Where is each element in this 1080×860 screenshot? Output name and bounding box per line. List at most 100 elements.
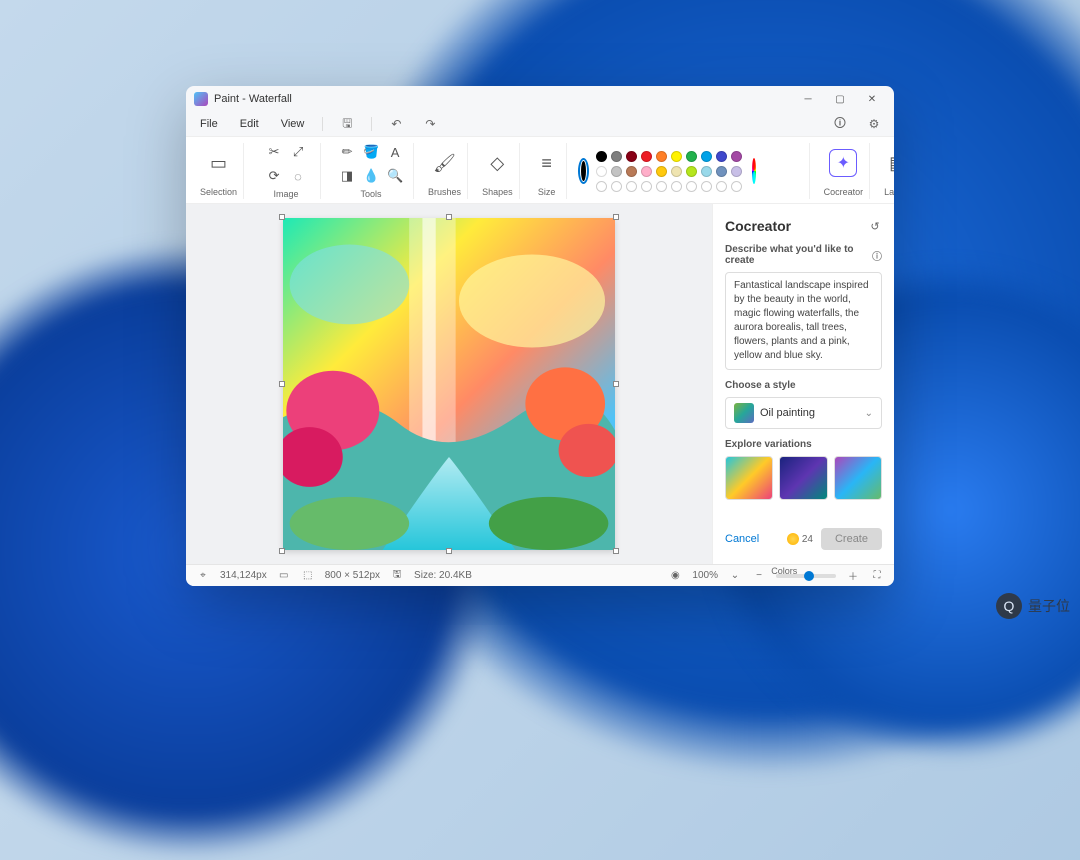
zoom-icon[interactable]: 🔍 [386, 167, 404, 185]
resize-icon[interactable]: ⤢ [289, 143, 307, 161]
cancel-button[interactable]: Cancel [725, 533, 759, 545]
cocreator-icon[interactable]: ✦ [829, 149, 857, 177]
size-icon[interactable]: ≡ [534, 150, 560, 176]
history-icon[interactable]: ↺ [868, 219, 882, 233]
color-swatch[interactable] [701, 166, 712, 177]
brush-icon[interactable]: 🖌 [432, 150, 458, 176]
canvas-area[interactable] [186, 204, 712, 564]
layers-icon[interactable]: ▤ [885, 150, 894, 176]
variation-thumb[interactable] [779, 456, 827, 500]
zoom-slider[interactable] [776, 574, 836, 578]
titlebar[interactable]: Paint - Waterfall ─ ▢ ✕ [186, 86, 894, 112]
pencil-icon[interactable]: ✏ [338, 143, 356, 161]
size-label: Size [538, 187, 556, 197]
help-icon[interactable]: 🛈 [830, 114, 850, 134]
canvas-image [283, 218, 615, 550]
color-swatch[interactable] [626, 151, 637, 162]
resize-handle[interactable] [613, 214, 619, 220]
color-swatch-empty[interactable] [701, 181, 712, 192]
paint-window: Paint - Waterfall ─ ▢ ✕ File Edit View 🖫… [186, 86, 894, 586]
resize-handle[interactable] [613, 381, 619, 387]
cocreator-panel: Cocreator ↺ Describe what you'd like to … [712, 204, 894, 564]
crop-icon[interactable]: ✂ [265, 143, 283, 161]
shapes-icon[interactable]: ◇ [484, 150, 510, 176]
style-select[interactable]: Oil painting ⌄ [725, 397, 882, 429]
menubar: File Edit View 🖫 ↶ ↷ 🛈 ⚙ [186, 112, 894, 136]
color-swatch-empty[interactable] [671, 181, 682, 192]
color-swatch[interactable] [701, 151, 712, 162]
zoom-in-icon[interactable]: ＋ [846, 569, 860, 583]
canvas-size-icon: ⬚ [301, 569, 315, 583]
color-swatch-empty[interactable] [611, 181, 622, 192]
text-icon[interactable]: A [386, 143, 404, 161]
cocreator-label: Cocreator [824, 187, 864, 197]
color-swatch[interactable] [611, 151, 622, 162]
resize-handle[interactable] [446, 548, 452, 554]
variations [725, 456, 882, 500]
resize-handle[interactable] [279, 214, 285, 220]
color-swatch[interactable] [686, 151, 697, 162]
color-swatch-empty[interactable] [656, 181, 667, 192]
canvas-dims: 800 × 512px [325, 570, 380, 581]
close-button[interactable]: ✕ [856, 86, 888, 112]
color-swatch[interactable] [596, 166, 607, 177]
color-swatch[interactable] [611, 166, 622, 177]
resize-handle[interactable] [446, 214, 452, 220]
color-swatch[interactable] [671, 166, 682, 177]
save-icon[interactable]: 🖫 [337, 114, 357, 134]
color-swatch[interactable] [731, 166, 742, 177]
describe-label: Describe what you'd like to create ⓘ [725, 244, 882, 266]
color-swatch-empty[interactable] [641, 181, 652, 192]
color-swatch-empty[interactable] [731, 181, 742, 192]
fill-icon[interactable]: 🪣 [362, 143, 380, 161]
eraser-icon[interactable]: ◨ [338, 167, 356, 185]
variation-thumb[interactable] [725, 456, 773, 500]
info-icon[interactable]: ⓘ [872, 248, 882, 263]
picker-icon[interactable]: 💧 [362, 167, 380, 185]
zoom-out-icon[interactable]: − [752, 569, 766, 583]
settings-icon[interactable]: ⚙ [864, 114, 884, 134]
color-swatch[interactable] [641, 151, 652, 162]
group-tools: ✏ 🪣 A ◨ 💧 🔍 Tools [329, 143, 414, 199]
group-size: ≡ Size [528, 143, 567, 199]
color-swatch[interactable] [656, 151, 667, 162]
color-swatch[interactable] [731, 151, 742, 162]
color-swatch-empty[interactable] [686, 181, 697, 192]
redo-icon[interactable]: ↷ [420, 114, 440, 134]
edit-colors-icon[interactable] [752, 158, 756, 184]
color-swatch[interactable] [671, 151, 682, 162]
variation-thumb[interactable] [834, 456, 882, 500]
canvas[interactable] [283, 218, 615, 550]
color-swatch-empty[interactable] [596, 181, 607, 192]
color-swatch[interactable] [656, 166, 667, 177]
color-swatch[interactable] [596, 151, 607, 162]
color-swatch[interactable] [626, 166, 637, 177]
minimize-button[interactable]: ─ [792, 86, 824, 112]
color-swatch[interactable] [641, 166, 652, 177]
menu-view[interactable]: View [277, 116, 309, 132]
fit-icon[interactable]: ⛶ [870, 569, 884, 583]
menu-edit[interactable]: Edit [236, 116, 263, 132]
color-swatch-empty[interactable] [716, 181, 727, 192]
color-swatch[interactable] [716, 166, 727, 177]
rotate-icon[interactable]: ⟳ [265, 167, 283, 185]
menu-file[interactable]: File [196, 116, 222, 132]
resize-handle[interactable] [279, 381, 285, 387]
color-swatch-empty[interactable] [626, 181, 637, 192]
color-primary[interactable] [581, 161, 586, 181]
color-swatch[interactable] [716, 151, 727, 162]
zoom-dropdown-icon[interactable]: ⌄ [728, 569, 742, 583]
create-button[interactable]: Create [821, 528, 882, 550]
color-swatch[interactable] [686, 166, 697, 177]
autosave-icon[interactable]: ◉ [668, 569, 682, 583]
explore-label: Explore variations [725, 439, 882, 450]
resize-handle[interactable] [613, 548, 619, 554]
brushes-label: Brushes [428, 187, 461, 197]
select-dashed-icon[interactable]: ◌ [289, 167, 307, 185]
prompt-input[interactable]: Fantastical landscape inspired by the be… [725, 272, 882, 370]
resize-handle[interactable] [279, 548, 285, 554]
undo-icon[interactable]: ↶ [386, 114, 406, 134]
cursor-icon: ⌖ [196, 569, 210, 583]
select-rect-icon[interactable]: ▭ [206, 150, 232, 176]
maximize-button[interactable]: ▢ [824, 86, 856, 112]
